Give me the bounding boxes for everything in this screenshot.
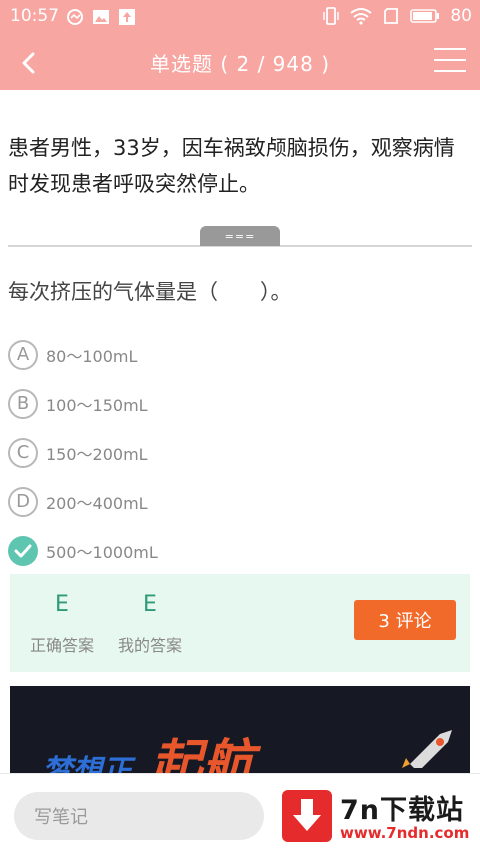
- my-answer-letter: E: [143, 592, 157, 617]
- wifi-icon: [350, 8, 372, 25]
- option-b-text: 100～150mL: [46, 395, 148, 415]
- comment-button[interactable]: 3 评论: [354, 600, 456, 640]
- battery-level: 80: [450, 6, 472, 26]
- my-answer-label: 我的答案: [117, 636, 182, 655]
- vibrate-icon: [323, 7, 340, 25]
- status-right: 80: [322, 6, 472, 26]
- page-title: 单选题 ( 2 / 948 ): [149, 52, 331, 76]
- option-e-text: 500～1000mL: [46, 542, 158, 562]
- option-a[interactable]: A 80～100mL: [8, 330, 472, 379]
- upload-icon: [119, 9, 135, 25]
- option-b-badge: B: [8, 388, 38, 419]
- banner-text-left: 梦想正: [42, 754, 132, 776]
- watermark: 7n下载站 www.7ndn.com: [278, 784, 474, 848]
- correct-answer-label: 正确答案: [29, 636, 94, 655]
- status-left-icons: [66, 8, 136, 26]
- my-answer: E 我的答案: [112, 592, 188, 656]
- option-d[interactable]: D 200～400mL: [8, 477, 472, 526]
- correct-answer-letter: E: [55, 592, 69, 617]
- question-stem: 患者男性，33岁，因车祸致颅脑损伤，观察病情时发现患者呼吸突然停止。: [8, 136, 455, 196]
- option-d-text: 200～400mL: [46, 493, 148, 513]
- watermark-text: 7n下载站: [340, 795, 465, 826]
- options-list: A 80～100mL B 100～150mL C 150～200mL D 200…: [8, 330, 472, 575]
- msg-icon: [67, 9, 83, 25]
- image-icon: [93, 10, 109, 24]
- drag-handle-label: ===: [224, 229, 256, 243]
- download-icon: [282, 790, 332, 842]
- status-time: 10:57: [10, 6, 59, 26]
- nav-bar: 单选题 ( 2 / 948 ): [0, 34, 480, 90]
- option-a-text: 80～100mL: [46, 346, 138, 366]
- option-b[interactable]: B 100～150mL: [8, 379, 472, 428]
- status-bar: 10:57 80: [0, 0, 480, 34]
- battery-icon: [410, 9, 440, 23]
- drag-handle[interactable]: ===: [200, 226, 280, 246]
- checkmark-icon: [8, 535, 38, 566]
- option-c-badge: C: [8, 437, 38, 468]
- rocket-icon: [402, 730, 452, 768]
- option-c[interactable]: C 150～200mL: [8, 428, 472, 477]
- option-a-badge: A: [8, 339, 38, 370]
- correct-answer: E 正确答案: [24, 592, 100, 656]
- question-text: 每次挤压的气体量是（ ）。: [8, 280, 292, 304]
- option-d-badge: D: [8, 486, 38, 517]
- option-c-text: 150～200mL: [46, 444, 148, 464]
- answer-panel: E 正确答案 E 我的答案 3 评论: [10, 574, 470, 672]
- hamburger-menu-icon[interactable]: [434, 48, 466, 76]
- ad-banner[interactable]: 梦想正 起航: [10, 686, 470, 776]
- banner-text-right: 起航: [150, 735, 255, 776]
- option-e[interactable]: 500～1000mL: [8, 526, 472, 575]
- note-input[interactable]: 写笔记: [14, 792, 264, 840]
- watermark-url: www.7ndn.com: [340, 824, 470, 842]
- sim-icon: [384, 8, 399, 24]
